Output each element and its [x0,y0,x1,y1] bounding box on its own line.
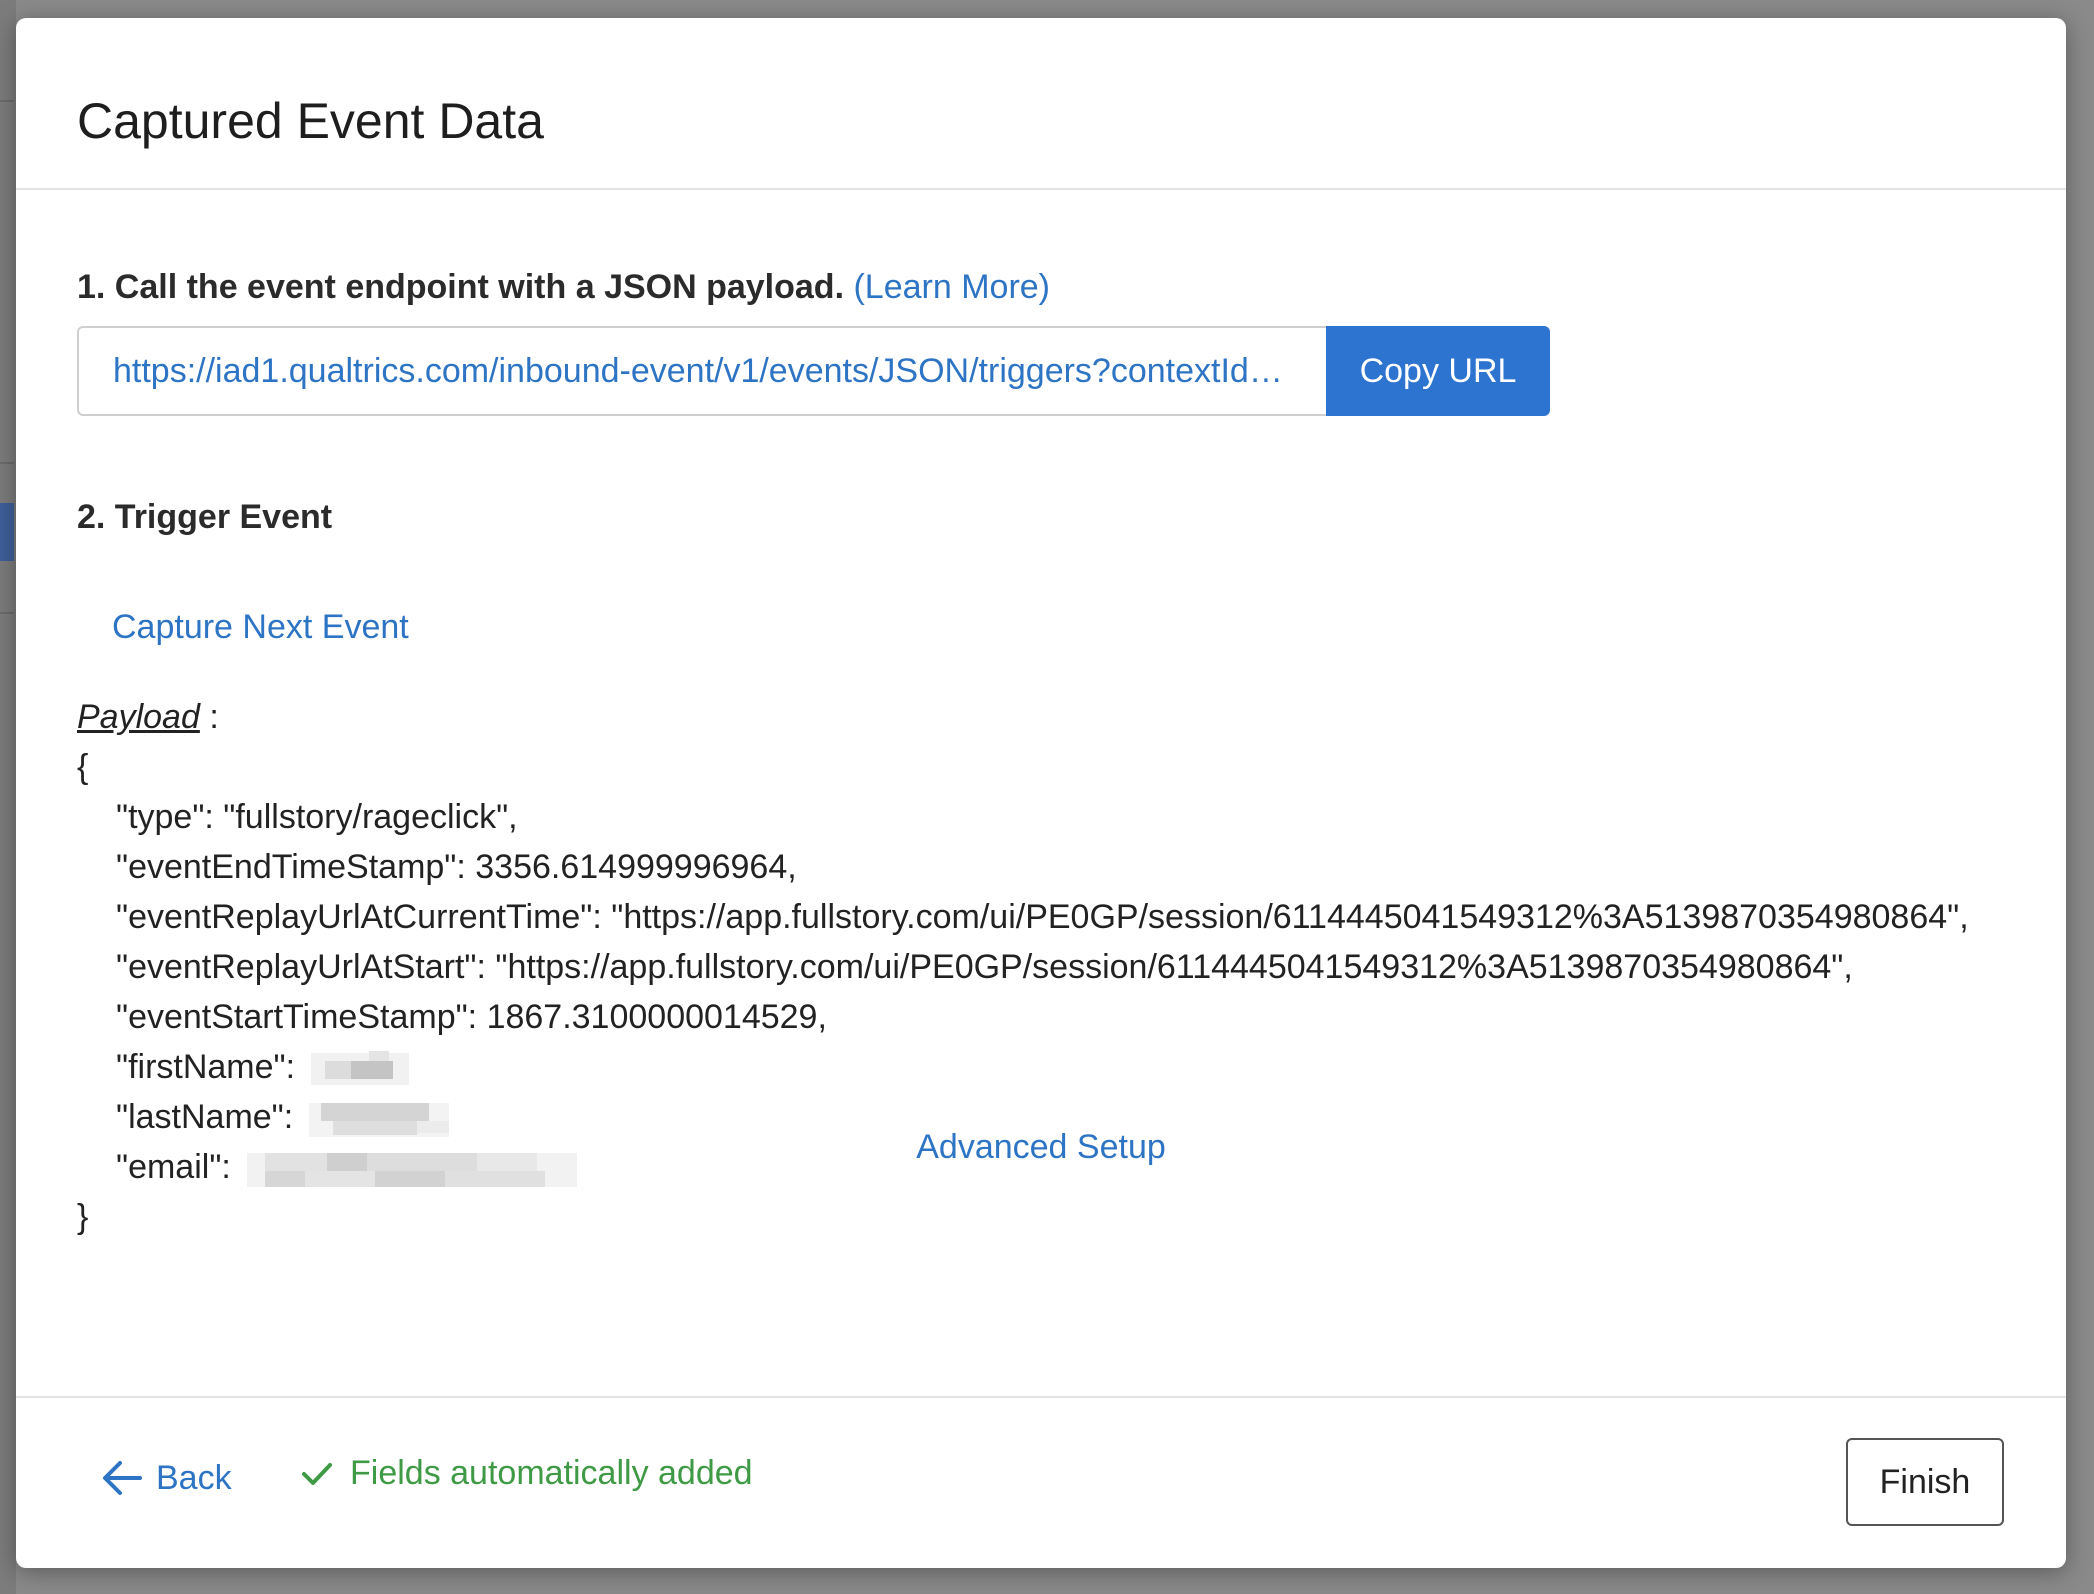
payload-line-first-name: "firstName": [77,1042,1969,1092]
first-name-key: "firstName": [116,1048,296,1086]
arrow-left-icon [103,1461,142,1495]
payload-open-brace: { [77,748,89,786]
endpoint-url-row: https://iad1.qualtrics.com/inbound-event… [77,326,1550,416]
dialog-footer: Back Fields automatically added Finish [16,1396,2066,1568]
payload-line: "type": "fullstory/rageclick", [116,798,518,836]
endpoint-url-text: https://iad1.qualtrics.com/inbound-event… [113,351,1292,390]
dialog-body: 1. Call the event endpoint with a JSON p… [16,190,2066,1396]
checkmark-icon [302,1463,332,1485]
payload-label: Payload [77,698,200,736]
payload-line: "eventReplayUrlAtCurrentTime": "https://… [116,898,1969,936]
fields-status: Fields automatically added [300,1456,753,1490]
dialog-title: Captured Event Data [77,93,544,149]
captured-event-data-dialog: Captured Event Data 1. Call the event en… [16,18,2066,1568]
back-label: Back [156,1459,232,1497]
payload-line: "eventEndTimeStamp": 3356.614999996964, [116,848,797,886]
payload-heading: Payload : [77,692,1969,742]
endpoint-url-field[interactable]: https://iad1.qualtrics.com/inbound-event… [77,326,1326,416]
dialog-header: Captured Event Data [16,18,2066,190]
advanced-setup-link[interactable]: Advanced Setup [916,1128,1166,1166]
capture-next-event-link[interactable]: Capture Next Event [112,610,409,644]
back-button[interactable]: Back [100,1456,232,1500]
background-button-fragment [0,503,14,561]
finish-button[interactable]: Finish [1846,1438,2004,1526]
payload-close-brace: } [77,1198,89,1236]
status-text: Fields automatically added [350,1454,753,1492]
background-page-edge [0,0,16,1594]
background-divider [0,100,14,102]
learn-more-link[interactable]: (Learn More) [853,268,1050,306]
payload-separator: : [199,698,219,736]
payload-line: "eventStartTimeStamp": 1867.310000001452… [116,998,827,1036]
background-divider [0,462,14,464]
background-divider [0,612,14,614]
advanced-setup-row: Advanced Setup [16,1130,2066,1164]
payload-line: "eventReplayUrlAtStart": "https://app.fu… [116,948,1853,986]
step-1-label: 1. Call the event endpoint with a JSON p… [77,268,845,306]
step-1-heading: 1. Call the event endpoint with a JSON p… [77,270,1050,304]
copy-url-button[interactable]: Copy URL [1326,326,1550,416]
step-2-heading: 2. Trigger Event [77,498,333,536]
redacted-value [311,1049,410,1089]
